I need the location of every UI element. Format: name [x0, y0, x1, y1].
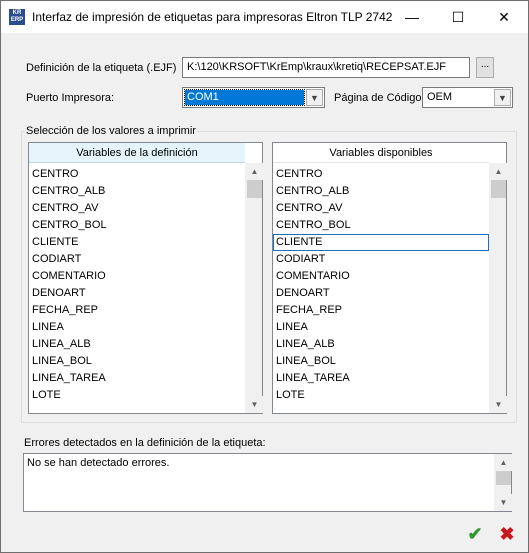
definition-label: Definición de la etiqueta (.EJF) [26, 62, 177, 74]
list-item[interactable]: FECHA_REP [29, 302, 245, 319]
definition-list-rows: CENTRO CENTRO_ALB CENTRO_AV CENTRO_BOL CLIEN… [29, 166, 245, 404]
list-item[interactable]: LINEA_TAREA [29, 370, 245, 387]
list-item[interactable]: LINEA_ALB [273, 336, 489, 353]
minimize-icon: — [405, 9, 419, 25]
cancel-button[interactable]: ✖ [497, 524, 517, 544]
list-item[interactable]: CODIART [273, 251, 489, 268]
port-selected-value: COM1 [184, 89, 305, 106]
scroll-down-icon[interactable]: ▼ [246, 396, 263, 413]
scroll-down-icon[interactable]: ▼ [490, 396, 507, 413]
list-item[interactable]: CENTRO_BOL [273, 217, 489, 234]
list-item[interactable]: COMENTARIO [273, 268, 489, 285]
list-item[interactable]: LINEA_ALB [29, 336, 245, 353]
codepage-label: Página de Código: [334, 92, 425, 104]
selection-group-title: Selección de los valores a imprimir [25, 125, 197, 137]
accept-button[interactable]: ✔ [465, 524, 485, 544]
available-list-scrollbar[interactable]: ▲ ▼ [489, 163, 507, 413]
definition-list-scrollbar[interactable]: ▲ ▼ [245, 163, 263, 413]
list-item[interactable]: LINEA [273, 319, 489, 336]
list-item[interactable]: COMENTARIO [29, 268, 245, 285]
list-item[interactable]: LOTE [273, 387, 489, 404]
errors-textarea[interactable]: No se han detectado errores. ▲ ▼ [23, 453, 512, 512]
errors-label: Errores detectados en la definición de l… [24, 437, 266, 449]
list-item[interactable]: CENTRO_ALB [273, 183, 489, 200]
app-logo-icon: KR ERP [9, 9, 25, 25]
list-item[interactable]: LINEA_BOL [29, 353, 245, 370]
codepage-selected-value: OEM [427, 91, 453, 103]
list-item[interactable]: LINEA_BOL [273, 353, 489, 370]
list-item[interactable]: CENTRO_AV [273, 200, 489, 217]
browse-button[interactable]: ... [476, 57, 494, 78]
scroll-thumb[interactable] [496, 471, 511, 485]
dialog-window: KR ERP Interfaz de impresión de etiquetas… [0, 0, 529, 553]
minimize-button[interactable]: — [389, 1, 435, 33]
available-list-rows: CENTRO CENTRO_ALB CENTRO_AV CENTRO_BOL CLIEN… [273, 166, 489, 404]
scroll-thumb[interactable] [491, 180, 506, 198]
list-item[interactable]: CENTRO [273, 166, 489, 183]
window-title: Interfaz de impresión de etiquetas para … [32, 10, 393, 24]
definition-list-header: Variables de la definición [29, 143, 245, 163]
title-bar[interactable]: KR ERP Interfaz de impresión de etiquetas… [1, 1, 528, 33]
list-item[interactable]: CENTRO_ALB [29, 183, 245, 200]
definition-variables-list[interactable]: Variables de la definición CENTRO CENTRO_… [28, 142, 263, 414]
errors-scrollbar[interactable]: ▲ ▼ [494, 454, 512, 511]
list-item[interactable]: DENOART [29, 285, 245, 302]
available-variables-list[interactable]: Variables disponibles CENTRO CENTRO_ALB CE… [272, 142, 507, 414]
port-select[interactable]: COM1 ▼ [182, 87, 325, 108]
definition-path-field[interactable]: K:\120\KRSOFT\KrEmp\kraux\kretiq\RECEPSA… [182, 57, 470, 78]
scroll-thumb[interactable] [247, 180, 262, 198]
list-item[interactable]: CLIENTE [29, 234, 245, 251]
available-list-header: Variables disponibles [273, 143, 489, 163]
port-label: Puerto Impresora: [26, 92, 115, 104]
list-item[interactable]: CODIART [29, 251, 245, 268]
codepage-select[interactable]: OEM ▼ [422, 87, 513, 108]
x-icon: ✖ [499, 524, 515, 544]
maximize-button[interactable]: ☐ [435, 1, 481, 33]
list-item[interactable]: CLIENTE [273, 234, 489, 251]
list-item[interactable]: LOTE [29, 387, 245, 404]
check-icon: ✔ [467, 524, 483, 544]
list-item[interactable]: LINEA [29, 319, 245, 336]
list-item[interactable]: LINEA_TAREA [273, 370, 489, 387]
list-item[interactable]: CENTRO_BOL [29, 217, 245, 234]
scroll-up-icon[interactable]: ▲ [246, 163, 263, 180]
close-button[interactable]: ✕ [481, 1, 527, 33]
close-icon: ✕ [498, 8, 510, 25]
list-item[interactable]: DENOART [273, 285, 489, 302]
scroll-up-icon[interactable]: ▲ [495, 454, 512, 471]
chevron-down-icon[interactable]: ▼ [494, 89, 511, 106]
errors-text: No se han detectado errores. [27, 457, 170, 469]
scroll-down-icon[interactable]: ▼ [495, 494, 512, 511]
chevron-down-icon[interactable]: ▼ [306, 89, 323, 106]
list-item[interactable]: CENTRO [29, 166, 245, 183]
scroll-up-icon[interactable]: ▲ [490, 163, 507, 180]
list-item[interactable]: FECHA_REP [273, 302, 489, 319]
maximize-icon: ☐ [451, 8, 465, 25]
list-item[interactable]: CENTRO_AV [29, 200, 245, 217]
